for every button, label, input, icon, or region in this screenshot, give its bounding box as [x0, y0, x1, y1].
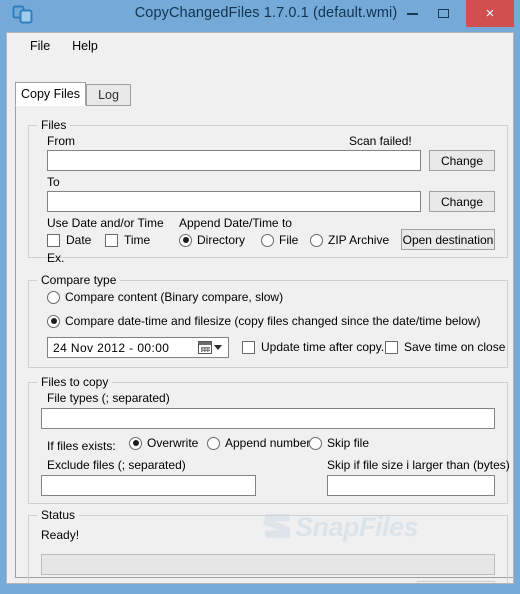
- to-input[interactable]: [47, 191, 421, 212]
- append-date-time-label: Append Date/Time to: [179, 216, 292, 230]
- if-exists-radio-skip-file-label: Skip file: [327, 436, 370, 450]
- if-exists-radio-skip-file[interactable]: Skip file: [309, 436, 369, 450]
- skip-size-label: Skip if file size i larger than (bytes): [327, 458, 510, 472]
- compare-date-value: 24 Nov 2012 - 00:00: [53, 340, 170, 355]
- time-checkbox-label: Time: [124, 233, 151, 247]
- save-time-checkbox-box: [385, 340, 398, 354]
- files-to-copy-group: Files to copy File types (; separated) I…: [28, 375, 510, 504]
- append-radio-file-label: File: [279, 233, 299, 247]
- calendar-icon: [198, 341, 212, 354]
- save-time-checkbox[interactable]: Save time on close: [385, 340, 505, 354]
- date-checkbox-label: Date: [66, 233, 92, 247]
- append-radio-zip[interactable]: ZIP Archive: [310, 233, 389, 247]
- tab-log-label: Log: [98, 88, 119, 102]
- date-checkbox-box: [47, 233, 60, 247]
- skip-size-input[interactable]: [327, 475, 495, 496]
- tab-copy-files-label: Copy Files: [20, 87, 81, 101]
- time-checkbox[interactable]: Time: [105, 233, 150, 247]
- tab-log[interactable]: Log: [86, 84, 131, 106]
- menu-bar: File Help: [7, 33, 513, 58]
- append-radio-directory[interactable]: Directory: [179, 233, 245, 247]
- compare-type-group: Compare type Compare content (Binary com…: [28, 273, 508, 368]
- append-radio-directory-label: Directory: [197, 233, 246, 247]
- to-change-button[interactable]: Change: [429, 191, 495, 212]
- compare-radio-datetime-label: Compare date-time and filesize (copy fil…: [65, 314, 481, 328]
- tab-strip: Copy Files Log: [15, 82, 513, 106]
- maximize-button[interactable]: [428, 0, 458, 27]
- status-group-title: Status: [37, 508, 80, 522]
- tab-page-copy-files: Files From Scan failed! Change To Change…: [15, 105, 513, 583]
- file-types-label: File types (; separated): [47, 391, 170, 405]
- date-checkbox[interactable]: Date: [47, 233, 91, 247]
- compare-radio-content-label: Compare content (Binary compare, slow): [65, 290, 284, 304]
- if-files-exists-label: If files exists:: [47, 439, 116, 453]
- to-change-label: Change: [440, 194, 484, 209]
- compare-radio-datetime-dot: [47, 314, 60, 328]
- from-label: From: [47, 134, 75, 148]
- if-exists-radio-append-number-label: Append number: [225, 436, 311, 450]
- append-radio-zip-dot: [310, 233, 323, 247]
- from-change-label: Change: [440, 153, 484, 168]
- copy-button[interactable]: Copy: [417, 581, 495, 583]
- tab-copy-files[interactable]: Copy Files: [15, 82, 86, 106]
- append-radio-zip-label: ZIP Archive: [328, 233, 390, 247]
- open-destination-button[interactable]: Open destination: [401, 229, 495, 250]
- chevron-down-icon: [214, 345, 222, 350]
- compare-radio-content[interactable]: Compare content (Binary compare, slow): [47, 290, 283, 304]
- minimize-icon: [406, 12, 418, 15]
- if-exists-radio-append-number[interactable]: Append number: [207, 436, 310, 450]
- close-button[interactable]: ×: [466, 0, 514, 27]
- example-label: Ex.: [47, 251, 65, 265]
- compare-date-picker[interactable]: 24 Nov 2012 - 00:00: [47, 337, 229, 358]
- compare-type-group-title: Compare type: [37, 273, 121, 287]
- client-area: File Help Copy Files Log Files From Scan…: [6, 32, 514, 584]
- open-destination-label: Open destination: [402, 232, 494, 247]
- progress-bar: [41, 554, 495, 575]
- append-radio-file-dot: [261, 233, 274, 247]
- append-radio-file[interactable]: File: [261, 233, 298, 247]
- if-exists-radio-overwrite[interactable]: Overwrite: [129, 436, 198, 450]
- save-time-checkbox-label: Save time on close: [404, 340, 506, 354]
- title-bar: CopyChangedFiles 1.7.0.1 (default.wmi) ×: [6, 0, 514, 32]
- application-window: CopyChangedFiles 1.7.0.1 (default.wmi) ×…: [0, 0, 520, 594]
- menu-item-help[interactable]: Help: [61, 36, 109, 56]
- files-group: Files From Scan failed! Change To Change…: [28, 118, 508, 265]
- append-radio-directory-dot: [179, 233, 192, 247]
- if-exists-radio-overwrite-label: Overwrite: [147, 436, 199, 450]
- menu-item-file[interactable]: File: [19, 36, 61, 56]
- to-label: To: [47, 175, 60, 189]
- status-message: Ready!: [41, 528, 80, 542]
- status-group: Status Ready! Rescan from folder before …: [28, 508, 508, 583]
- compare-radio-datetime[interactable]: Compare date-time and filesize (copy fil…: [47, 314, 481, 328]
- exclude-files-label: Exclude files (; separated): [47, 458, 186, 472]
- files-group-title: Files: [37, 118, 71, 132]
- use-date-time-label: Use Date and/or Time: [47, 216, 164, 230]
- if-exists-radio-overwrite-dot: [129, 436, 142, 450]
- file-types-input[interactable]: [41, 408, 495, 429]
- minimize-button[interactable]: [397, 0, 427, 27]
- from-input[interactable]: [47, 150, 421, 171]
- update-time-checkbox[interactable]: Update time after copy.: [242, 340, 384, 354]
- update-time-checkbox-label: Update time after copy.: [261, 340, 385, 354]
- from-change-button[interactable]: Change: [429, 150, 495, 171]
- compare-radio-content-dot: [47, 290, 60, 304]
- time-checkbox-box: [105, 233, 118, 247]
- close-icon: ×: [485, 5, 495, 22]
- scan-status-label: Scan failed!: [349, 134, 412, 148]
- if-exists-radio-skip-file-dot: [309, 436, 322, 450]
- files-to-copy-group-title: Files to copy: [37, 375, 113, 389]
- maximize-icon: [437, 9, 449, 18]
- if-exists-radio-append-number-dot: [207, 436, 220, 450]
- exclude-files-input[interactable]: [41, 475, 256, 496]
- update-time-checkbox-box: [242, 340, 255, 354]
